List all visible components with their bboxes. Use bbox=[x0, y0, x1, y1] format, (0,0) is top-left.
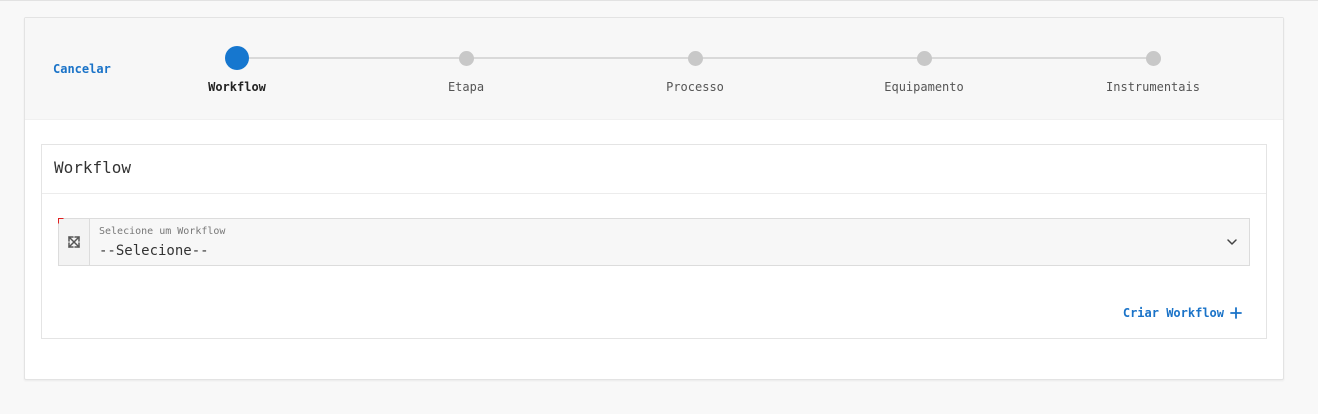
chevron-down-icon[interactable] bbox=[1225, 235, 1239, 249]
expand-arrows-icon bbox=[68, 236, 80, 248]
expand-button[interactable] bbox=[59, 219, 90, 265]
plus-icon bbox=[1230, 307, 1242, 319]
step-dot bbox=[1145, 51, 1161, 66]
step-dot bbox=[458, 51, 474, 66]
step-processo[interactable]: Processo bbox=[625, 18, 765, 120]
step-etapa[interactable]: Etapa bbox=[396, 18, 536, 120]
step-label: Instrumentais bbox=[1106, 80, 1200, 94]
create-workflow-button[interactable]: Criar Workflow bbox=[1123, 306, 1242, 320]
step-label: Equipamento bbox=[884, 80, 964, 94]
step-equipamento[interactable]: Equipamento bbox=[854, 18, 994, 120]
step-workflow[interactable]: Workflow bbox=[167, 18, 307, 120]
step-dot bbox=[687, 51, 703, 66]
step-dot bbox=[916, 51, 932, 66]
workflow-select[interactable]: Selecione um Workflow --Selecione-- bbox=[58, 218, 1250, 266]
panel-divider bbox=[42, 193, 1266, 194]
select-value[interactable]: --Selecione-- bbox=[99, 243, 209, 259]
stepper-bar: Cancelar Workflow Etapa Processo Equipam… bbox=[25, 18, 1283, 120]
step-dot-active bbox=[225, 46, 249, 70]
step-label: Processo bbox=[666, 80, 724, 94]
step-instrumentais[interactable]: Instrumentais bbox=[1083, 18, 1223, 120]
step-label: Workflow bbox=[208, 80, 266, 94]
cancel-link[interactable]: Cancelar bbox=[53, 62, 111, 76]
step-label: Etapa bbox=[447, 80, 485, 94]
workflow-panel: Workflow Selecione um Workflow --Selecio… bbox=[41, 144, 1267, 339]
wizard-card: Cancelar Workflow Etapa Processo Equipam… bbox=[24, 17, 1284, 380]
select-label: Selecione um Workflow bbox=[99, 226, 226, 237]
top-border bbox=[0, 0, 1318, 1]
panel-title: Workflow bbox=[54, 158, 132, 177]
create-workflow-label: Criar Workflow bbox=[1122, 306, 1224, 320]
